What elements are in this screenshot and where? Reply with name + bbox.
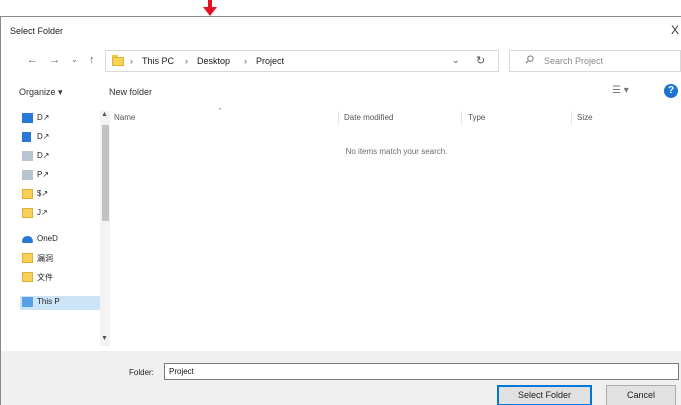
breadcrumb-separator: ›	[244, 56, 247, 66]
cancel-button[interactable]: Cancel	[606, 385, 676, 405]
file-list: ⌃ Name Date modified Type Size No items …	[106, 107, 681, 352]
select-folder-button[interactable]: Select Folder	[497, 385, 592, 405]
pc-icon	[22, 297, 33, 307]
search-box[interactable]: Search Project	[509, 50, 681, 72]
refresh-icon[interactable]: ↻	[476, 54, 485, 67]
column-divider[interactable]	[338, 111, 339, 125]
folder-icon	[22, 189, 33, 199]
folder-name-field[interactable]	[164, 363, 679, 380]
forward-button[interactable]: →	[49, 54, 60, 66]
navigation-pane: D↗ D↗ D↗ P↗ $↗ J↗ OneD 漏洞 文件 This P ▲ ▼	[20, 109, 110, 350]
search-icon	[525, 55, 534, 67]
sidebar-item-folder-1[interactable]: $↗	[20, 188, 94, 202]
address-bar[interactable]: › This PC › Desktop › Project ⌄ ↻	[105, 50, 499, 72]
address-dropdown-icon[interactable]: ⌄	[452, 55, 460, 66]
view-options-button[interactable]: ☰ ▾	[612, 85, 629, 96]
column-divider[interactable]	[571, 111, 572, 125]
select-folder-dialog: Select Folder X ← → ⌄ ↑ › This PC › Desk…	[0, 16, 681, 405]
sidebar-item-folder-2[interactable]: J↗	[20, 207, 94, 221]
back-button[interactable]: ←	[27, 54, 38, 66]
sidebar-item-label: $↗	[37, 189, 49, 198]
recent-locations-button[interactable]: ⌄	[71, 55, 78, 64]
folder-label: Folder:	[129, 368, 154, 377]
sidebar-item-onedrive[interactable]: OneD	[20, 233, 94, 247]
folder-icon	[22, 208, 33, 218]
sidebar-item-label: 文件	[37, 273, 53, 282]
sidebar-item-folder-3[interactable]: 漏洞	[20, 252, 94, 266]
new-folder-button[interactable]: New folder	[109, 87, 152, 97]
breadcrumb-separator: ›	[185, 56, 188, 66]
onedrive-icon	[22, 236, 33, 243]
sidebar-item-documents[interactable]: D↗	[20, 150, 94, 164]
sidebar-item-label: J↗	[37, 208, 48, 217]
sidebar-item-label: This P	[37, 297, 60, 306]
annotation-arrow	[203, 0, 217, 16]
breadcrumb-separator: ›	[130, 56, 133, 66]
navigation-row: ← → ⌄ ↑ › This PC › Desktop › Project ⌄ …	[1, 45, 681, 79]
sidebar-item-label: OneD	[37, 234, 58, 243]
pictures-icon	[22, 170, 33, 180]
up-button[interactable]: ↑	[89, 54, 95, 66]
column-header-type[interactable]: Type	[468, 113, 485, 122]
folder-icon	[22, 253, 33, 263]
documents-icon	[22, 151, 33, 161]
sidebar-item-pictures[interactable]: P↗	[20, 169, 94, 183]
column-header-name[interactable]: Name	[114, 113, 135, 122]
downloads-icon	[22, 132, 31, 142]
breadcrumb-desktop[interactable]: Desktop	[197, 56, 230, 66]
folder-icon	[22, 272, 33, 282]
desktop-icon	[22, 113, 33, 123]
sidebar-item-downloads[interactable]: D↗	[20, 131, 94, 145]
breadcrumb-this-pc[interactable]: This PC	[142, 56, 174, 66]
command-toolbar: Organize ▾ New folder ☰ ▾ ?	[1, 79, 681, 105]
close-icon[interactable]: X	[671, 23, 679, 37]
dialog-title: Select Folder	[10, 26, 64, 36]
sidebar-item-folder-4[interactable]: 文件	[20, 271, 94, 285]
sidebar-item-label: D↗	[37, 132, 50, 141]
help-icon[interactable]: ?	[664, 84, 678, 98]
sort-caret-icon: ⌃	[217, 108, 223, 115]
sidebar-item-desktop[interactable]: D↗	[20, 112, 94, 126]
sidebar-item-label: D↗	[37, 151, 50, 160]
folder-icon	[112, 55, 124, 66]
column-header-size[interactable]: Size	[577, 113, 593, 122]
sidebar-item-label: 漏洞	[37, 254, 53, 263]
footer-panel: Folder: Select Folder Cancel	[1, 351, 681, 405]
title-bar: Select Folder X	[1, 17, 681, 45]
organize-button[interactable]: Organize ▾	[19, 87, 63, 98]
column-divider[interactable]	[461, 111, 462, 125]
empty-message: No items match your search.	[345, 147, 448, 156]
sidebar-item-this-pc[interactable]: This P	[20, 296, 100, 310]
sidebar-item-label: D↗	[37, 113, 50, 122]
search-input[interactable]: Search Project	[544, 56, 603, 66]
breadcrumb-project[interactable]: Project	[256, 56, 284, 66]
sidebar-item-label: P↗	[37, 170, 50, 179]
column-header-date-modified[interactable]: Date modified	[344, 113, 393, 122]
